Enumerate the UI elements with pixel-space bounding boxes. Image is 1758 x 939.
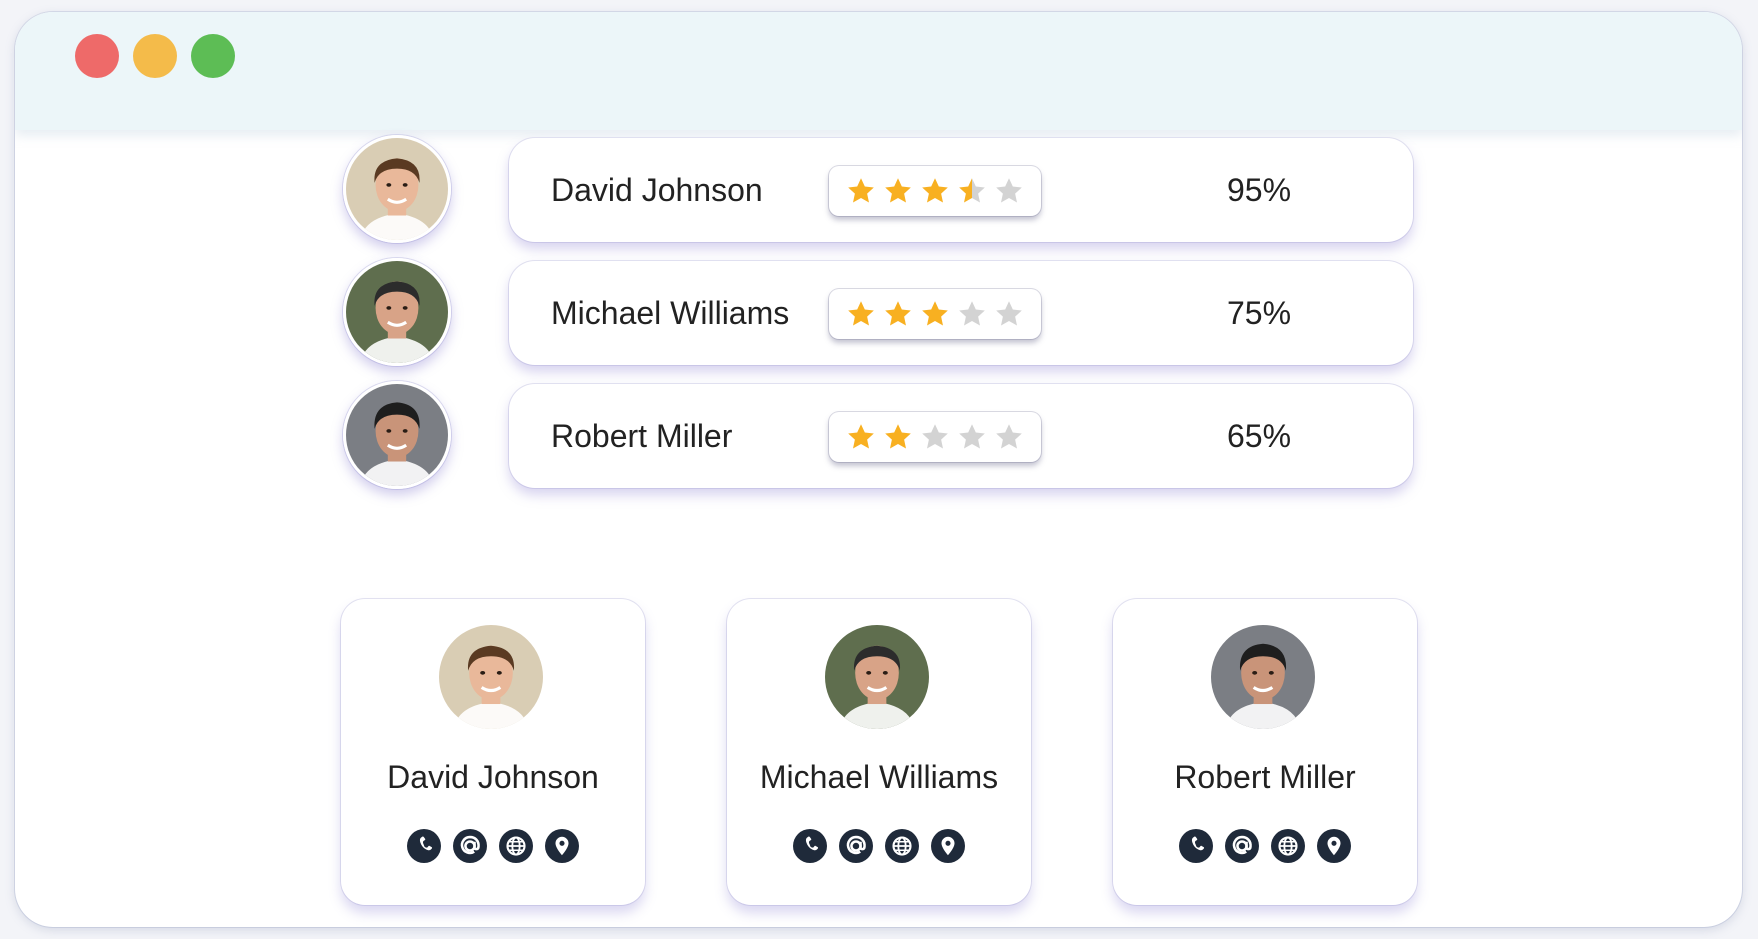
rating-percent: 65% xyxy=(1227,418,1292,454)
maximize-window-button[interactable] xyxy=(191,34,235,78)
star-filled-icon xyxy=(885,301,911,326)
avatar xyxy=(825,625,929,729)
rating-row[interactable]: Michael Williams 75% xyxy=(509,261,1413,365)
star-empty-icon xyxy=(959,301,985,326)
close-window-button[interactable] xyxy=(75,34,119,78)
rating-row[interactable]: David Johnson 95% xyxy=(509,138,1413,242)
person-portrait-icon xyxy=(346,261,448,363)
star-rating xyxy=(829,289,1041,339)
contact-icons xyxy=(1113,829,1417,863)
minimize-window-button[interactable] xyxy=(133,34,177,78)
globe-icon[interactable] xyxy=(499,829,533,863)
avatar xyxy=(1211,625,1315,729)
avatar xyxy=(343,135,451,243)
star-filled-icon xyxy=(848,424,874,449)
star-filled-icon xyxy=(848,301,874,326)
phone-icon[interactable] xyxy=(407,829,441,863)
rating-row-name: David Johnson xyxy=(551,172,763,208)
profile-card[interactable]: Robert Miller xyxy=(1113,599,1417,905)
email-icon[interactable] xyxy=(839,829,873,863)
star-rating xyxy=(829,412,1041,462)
star-empty-icon xyxy=(959,424,985,449)
person-portrait-icon xyxy=(825,625,929,729)
person-portrait-icon xyxy=(1211,625,1315,729)
star-rating xyxy=(829,166,1041,216)
star-half-icon xyxy=(959,178,985,203)
star-empty-icon xyxy=(996,178,1022,203)
profile-name: Michael Williams xyxy=(759,759,999,795)
avatar xyxy=(343,381,451,489)
rating-percent: 95% xyxy=(1227,172,1292,208)
star-filled-icon xyxy=(922,178,948,203)
profile-name: David Johnson xyxy=(387,759,599,795)
location-icon[interactable] xyxy=(1317,829,1351,863)
email-icon[interactable] xyxy=(1225,829,1259,863)
star-filled-icon xyxy=(922,301,948,326)
star-filled-icon xyxy=(885,178,911,203)
contact-icons xyxy=(341,829,645,863)
app-window: David Johnson 95% Michael Williams 75% R… xyxy=(15,12,1742,927)
star-empty-icon xyxy=(922,424,948,449)
rating-row-name: Michael Williams xyxy=(551,295,790,331)
avatar xyxy=(439,625,543,729)
title-bar xyxy=(15,12,1742,130)
phone-icon[interactable] xyxy=(793,829,827,863)
profile-card[interactable]: David Johnson xyxy=(341,599,645,905)
rating-percent: 75% xyxy=(1227,295,1292,331)
person-portrait-icon xyxy=(346,384,448,486)
person-portrait-icon xyxy=(346,138,448,240)
location-icon[interactable] xyxy=(931,829,965,863)
star-empty-icon xyxy=(996,301,1022,326)
globe-icon[interactable] xyxy=(885,829,919,863)
rating-row[interactable]: Robert Miller 65% xyxy=(509,384,1413,488)
star-empty-icon xyxy=(996,424,1022,449)
person-portrait-icon xyxy=(439,625,543,729)
location-icon[interactable] xyxy=(545,829,579,863)
star-filled-icon xyxy=(885,424,911,449)
rating-row-name: Robert Miller xyxy=(551,418,733,454)
phone-icon[interactable] xyxy=(1179,829,1213,863)
profile-card[interactable]: Michael Williams xyxy=(727,599,1031,905)
contact-icons xyxy=(727,829,1031,863)
globe-icon[interactable] xyxy=(1271,829,1305,863)
email-icon[interactable] xyxy=(453,829,487,863)
profile-name: Robert Miller xyxy=(1174,759,1356,795)
avatar xyxy=(343,258,451,366)
star-filled-icon xyxy=(848,178,874,203)
